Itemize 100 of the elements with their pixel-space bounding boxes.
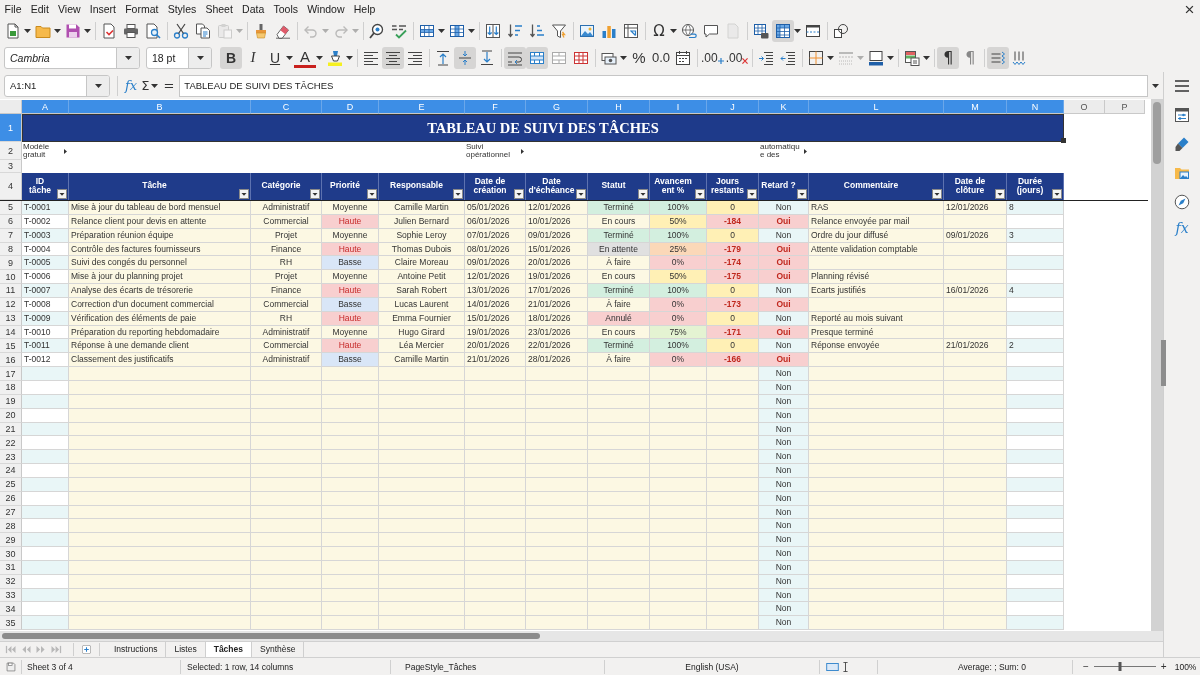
row-header[interactable]: 3 (0, 160, 22, 173)
printer-icon[interactable] (123, 22, 139, 39)
row-header[interactable]: 35 (0, 616, 22, 631)
row-header[interactable]: 11 (0, 284, 22, 298)
menu-item[interactable]: Window (302, 3, 350, 15)
menu-icon[interactable] (1174, 77, 1190, 94)
row-header[interactable]: 28 (0, 519, 22, 534)
menu-item[interactable]: Sheet (200, 3, 238, 15)
caret-icon[interactable] (346, 55, 353, 60)
sum-button[interactable]: Σ (139, 78, 152, 93)
add-decimal-button[interactable]: .00 (700, 46, 725, 69)
menu-item[interactable]: View (53, 3, 86, 15)
indent-increase-icon[interactable] (758, 49, 775, 66)
row-header[interactable]: 2 (0, 142, 22, 160)
sort-ascending-icon[interactable] (507, 22, 523, 39)
caret-icon[interactable] (151, 83, 159, 88)
picture-icon[interactable] (579, 22, 595, 39)
freeze-button[interactable] (772, 19, 794, 42)
row-header[interactable]: 24 (0, 464, 22, 478)
menu-item[interactable]: Styles (163, 3, 201, 15)
calendar-icon[interactable] (675, 49, 691, 66)
caret-icon[interactable] (84, 28, 91, 33)
funnel-icon[interactable] (551, 22, 567, 39)
special-character-button[interactable]: Ω (648, 19, 670, 42)
caret-icon[interactable] (670, 28, 677, 33)
eraser-icon[interactable] (275, 22, 291, 39)
search-icon[interactable] (369, 22, 385, 39)
sheet-tab[interactable]: Tâches (205, 642, 252, 657)
row-header[interactable]: 16 (0, 353, 22, 368)
sheet-tab[interactable]: Synthèse (252, 642, 305, 657)
font-color-button[interactable]: A (294, 47, 316, 68)
dropdown-button[interactable] (86, 75, 109, 96)
italic-button[interactable]: I (242, 46, 264, 69)
sliders-panel-icon[interactable] (1174, 107, 1190, 123)
underline-button[interactable]: U (264, 46, 286, 69)
caret-icon[interactable] (1152, 83, 1159, 88)
plus-square-icon[interactable] (82, 645, 91, 654)
arrows-box-icon[interactable] (485, 22, 501, 39)
border-color-icon[interactable] (868, 49, 885, 66)
caret-icon[interactable] (316, 55, 323, 60)
scrollbar-thumb[interactable] (2, 633, 540, 639)
row-header[interactable]: 10 (0, 270, 22, 285)
table-column-icon[interactable] (449, 22, 465, 39)
menu-item[interactable]: Edit (26, 3, 54, 15)
row-header[interactable]: 15 (0, 339, 22, 354)
language[interactable]: English (USA) (685, 661, 739, 672)
row-header[interactable]: 17 (0, 367, 22, 381)
row-header[interactable]: 34 (0, 602, 22, 617)
window-split-icon[interactable] (805, 22, 821, 39)
paintbrush-icon[interactable] (253, 22, 269, 39)
sheet-tab[interactable]: Listes (166, 642, 206, 657)
zoom-slider-thumb[interactable] (1118, 662, 1122, 671)
caret-icon[interactable] (827, 55, 835, 60)
number-format-button[interactable]: 0.0 (650, 46, 672, 69)
highlighter-icon[interactable] (327, 49, 343, 66)
row-header[interactable]: 29 (0, 533, 22, 548)
zoom-in-button[interactable]: + (1158, 661, 1169, 672)
zoom-percentage[interactable]: 100% (1174, 661, 1197, 672)
menu-item[interactable]: Tools (268, 3, 303, 15)
row-header[interactable]: 9 (0, 256, 22, 271)
column-header[interactable]: P (1105, 100, 1145, 114)
caret-icon[interactable] (24, 28, 31, 33)
colored-table-icon[interactable] (904, 49, 921, 66)
align-center-button[interactable] (382, 46, 404, 69)
compass-icon[interactable] (1174, 194, 1190, 210)
sheet-tab[interactable]: Instructions (106, 642, 167, 657)
font-size-box[interactable]: 18 pt (146, 46, 212, 69)
spreadsheet-document-icon[interactable] (5, 22, 21, 39)
indent-decrease-icon[interactable] (780, 49, 797, 66)
borders-icon[interactable] (808, 49, 825, 66)
caret-icon[interactable] (794, 28, 801, 33)
left-to-right-button[interactable]: ¶ (937, 46, 960, 69)
shapes-icon[interactable] (833, 22, 849, 39)
merge-center-button[interactable] (526, 46, 548, 69)
percent-button[interactable]: % (628, 46, 650, 69)
page-style[interactable]: PageStyle_Tâches (405, 661, 477, 672)
close-icon[interactable] (1185, 4, 1194, 14)
scissors-icon[interactable] (173, 22, 189, 39)
font-name-box[interactable]: Cambria (4, 46, 140, 69)
row-header[interactable]: 23 (0, 450, 22, 465)
table-arrow-icon[interactable] (623, 22, 639, 39)
menu-item[interactable]: Help (349, 3, 380, 15)
formula-input[interactable]: TABLEAU DE SUIVI DES TÂCHES (179, 74, 1148, 97)
function-wizard-button[interactable]: fx (123, 78, 140, 93)
scrollbar-thumb[interactable] (1153, 102, 1161, 164)
zoom-out-button[interactable]: − (1081, 661, 1091, 672)
horizontal-scrollbar[interactable] (0, 631, 1163, 641)
text-tick-icon[interactable] (391, 22, 407, 39)
formula-button[interactable]: = (161, 78, 177, 93)
document-magnifier-icon[interactable] (145, 22, 161, 39)
functions-button[interactable]: fx (1175, 220, 1189, 236)
sidebar-handle[interactable] (1161, 340, 1166, 386)
caret-icon[interactable] (620, 55, 627, 60)
menu-item[interactable]: Insert (85, 3, 121, 15)
caret-icon[interactable] (54, 28, 61, 33)
menu-item[interactable]: File (0, 3, 27, 15)
speech-bubble-icon[interactable] (703, 22, 719, 39)
row-header[interactable]: 4 (0, 173, 22, 200)
caret-icon[interactable] (286, 55, 293, 60)
row-header[interactable]: 22 (0, 436, 22, 451)
